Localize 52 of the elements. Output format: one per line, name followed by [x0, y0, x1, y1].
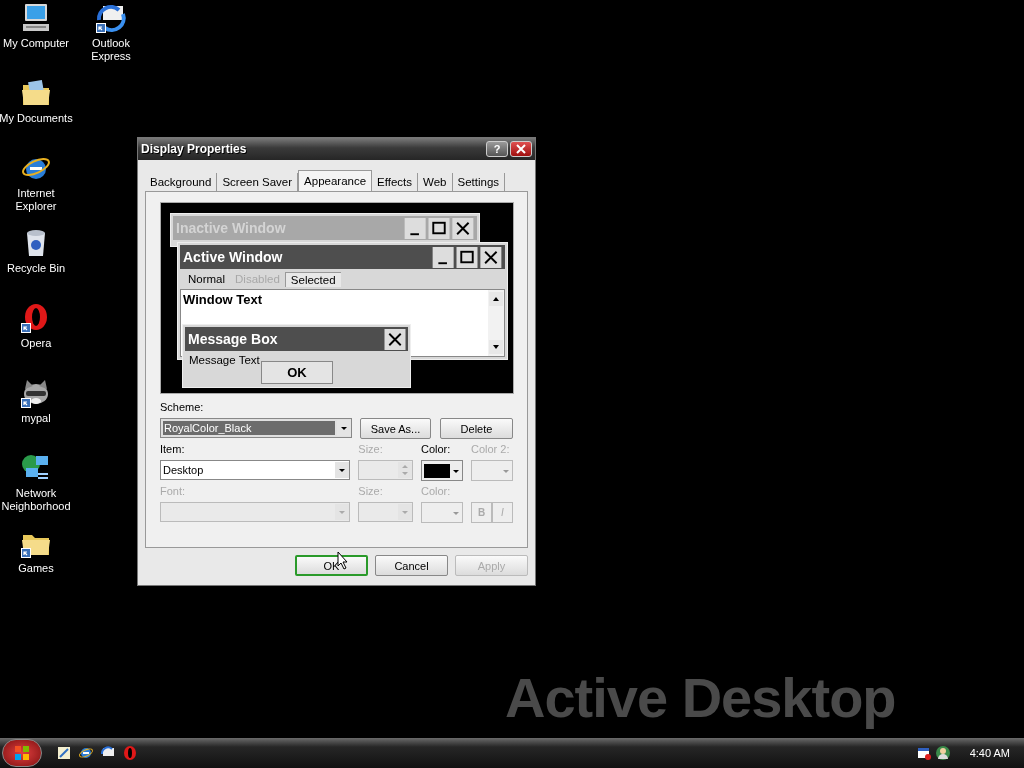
close-icon: [516, 144, 526, 154]
tab[interactable]: Appearance: [298, 170, 373, 191]
caret-icon: [341, 426, 347, 430]
calendar-icon[interactable]: [915, 745, 932, 761]
field-label: Size:: [358, 485, 384, 499]
color-picker-button[interactable]: [421, 460, 463, 481]
scheme-button[interactable]: Delete: [440, 418, 513, 439]
field-label: Color 2:: [471, 443, 511, 457]
mouse-cursor-icon: [337, 551, 349, 570]
item-dropdown[interactable]: Desktop: [160, 460, 351, 480]
person-icon[interactable]: [934, 745, 951, 761]
caret-icon: [398, 504, 412, 520]
wallpaper-text: Active Desktop: [505, 665, 896, 731]
desktop-icon[interactable]: mypal: [0, 375, 72, 450]
field-label: Scheme:: [160, 401, 205, 415]
window-text: Window Text: [182, 291, 264, 309]
desktop-icon[interactable]: Opera: [0, 300, 72, 375]
opera-icon[interactable]: [122, 745, 138, 761]
desktop-icon[interactable]: Recycle Bin: [0, 225, 72, 300]
desktop-icon[interactable]: Network Neighborhood: [0, 450, 72, 525]
message-text: Message Text: [189, 354, 260, 366]
window-controls-icon: [403, 217, 475, 239]
dialog-button[interactable]: Cancel: [375, 555, 448, 576]
window-title: Display Properties: [141, 142, 248, 156]
notepad-icon[interactable]: [56, 745, 72, 761]
help-button[interactable]: ?: [486, 141, 508, 157]
desktop-icon[interactable]: Internet Explorer: [0, 150, 72, 225]
desktop-icon[interactable]: My Documents: [0, 75, 72, 150]
scheme-button[interactable]: Save As...: [360, 418, 431, 439]
scheme-dropdown[interactable]: RoyalColor_Black: [160, 418, 352, 438]
desktop-icon[interactable]: My Computer: [0, 0, 72, 75]
spin-arrows-icon: [398, 462, 412, 478]
dialog-button[interactable]: OK: [295, 555, 368, 576]
start-button[interactable]: [2, 739, 42, 767]
desktop-icon[interactable]: Games: [0, 525, 72, 600]
field-label: Item:: [160, 443, 186, 457]
window-controls-icon: [431, 246, 503, 268]
close-button[interactable]: [510, 141, 532, 157]
field-label: Font:: [160, 485, 187, 499]
clock: 4:40 AM: [969, 747, 1010, 759]
caret-icon: [335, 462, 350, 478]
window-title: Message Box: [188, 331, 279, 347]
window-title: Active Window: [183, 249, 284, 265]
tile-grid-icon: [14, 745, 30, 761]
caret-icon: [335, 504, 350, 520]
field-label: Size:: [358, 443, 384, 457]
close-icon: [384, 328, 406, 350]
desktop-icon[interactable]: Outlook Express: [72, 0, 150, 75]
field-label: Color:: [421, 443, 452, 457]
ok-button[interactable]: OK: [261, 361, 333, 384]
globe-e-icon[interactable]: [78, 745, 94, 761]
field-label: Color:: [421, 485, 452, 499]
